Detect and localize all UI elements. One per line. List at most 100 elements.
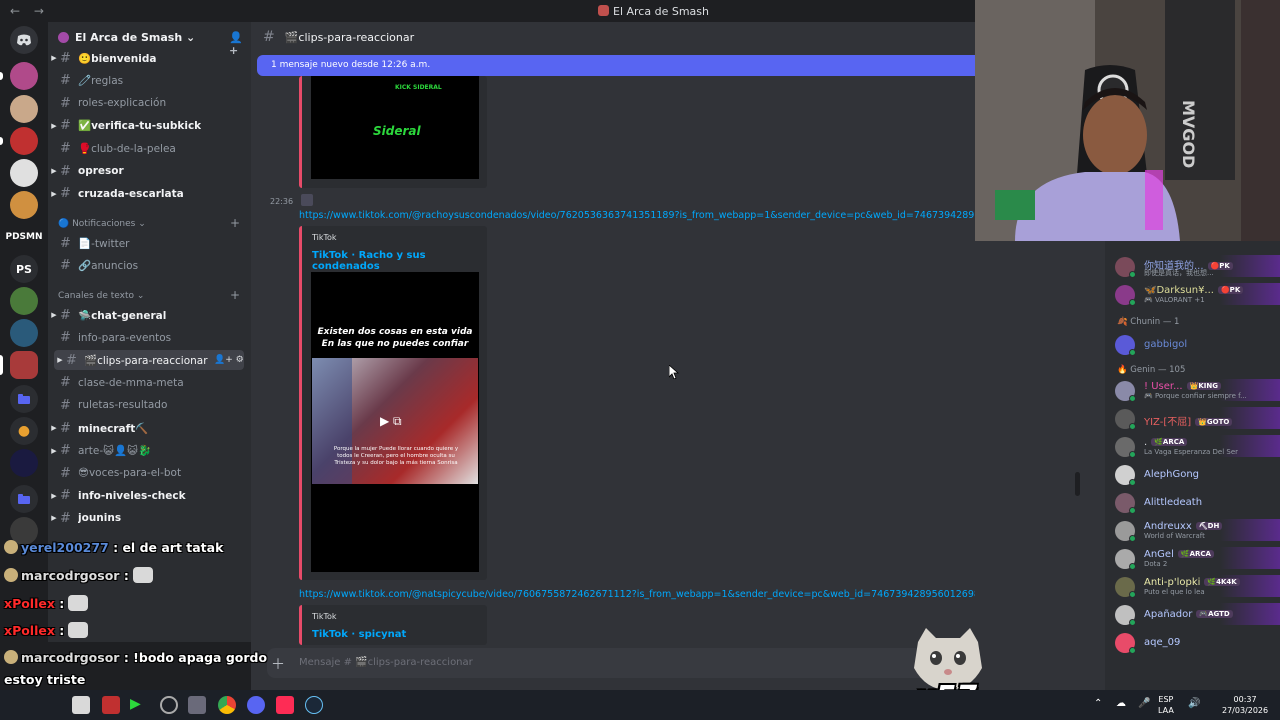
stream-chat-message: : [119,568,129,583]
tray-network-icon[interactable]: ☁ [1116,698,1126,709]
member-item[interactable]: AnGel 🌿ARCA Dota 2 [1113,547,1280,571]
server-icon-5[interactable] [10,191,38,219]
hash-icon: # [60,95,71,111]
new-messages-bar[interactable]: 1 mensaje nuevo desde 12:26 a.m. [257,55,975,76]
channel-item[interactable]: # 🧷reglas [48,71,248,91]
taskbar-app-red[interactable] [102,696,120,714]
taskbar-app-play[interactable]: ▶ [130,696,148,714]
nav-arrows: ← → [10,4,54,18]
member-item[interactable]: Andreuxx ⛏DH World of Warcraft [1113,519,1280,543]
channel-item[interactable]: # 🥊club-de-la-pelea [48,138,248,158]
server-icon-ps[interactable]: PS [10,255,38,283]
tiktok-video-1[interactable]: Existen dos cosas en esta vida En las qu… [311,272,479,572]
forward-button[interactable]: → [34,4,44,18]
window-title-text: El Arca de Smash [613,5,709,18]
embed-title[interactable]: TikTok · spicynat [312,629,406,640]
hash-icon: # [60,375,71,391]
channel-item[interactable]: ▶ # jounins [48,508,248,528]
server-icon-smash[interactable] [10,449,38,477]
server-icon-arca[interactable] [10,351,38,379]
member-name: aqe_09 [1144,637,1181,648]
back-button[interactable]: ← [10,4,20,18]
channel-item[interactable]: # info-para-eventos [48,328,248,348]
tray-mic-icon[interactable]: 🎤 [1138,698,1150,709]
channel-item[interactable]: # roles-explicación [48,93,248,113]
category-notificaciones[interactable]: 🔵 Notificaciones ⌄ [58,219,146,229]
channel-label: info-niveles-check [78,489,186,502]
online-status-icon [1129,619,1136,626]
channel-item[interactable]: ▶ # cruzada-escarlata [48,184,248,204]
tiktok-link-2[interactable]: https://www.tiktok.com/@natspicycube/vid… [299,589,975,600]
channel-settings-icon[interactable]: 👤+ ⚙ [214,355,244,365]
member-status: 🎮 Porque confiar siempre f... [1144,392,1247,400]
tray-volume-icon[interactable]: 🔊 [1188,698,1200,709]
channel-label: arte-😺👤😺🐉 [78,445,152,458]
online-status-icon [1129,563,1136,570]
member-item[interactable]: YIZ-[不屈] 👑GOTO [1113,407,1280,431]
add-channel-icon[interactable]: + [230,288,240,302]
taskbar-app-cat[interactable] [72,696,90,714]
channel-item[interactable]: # ruletas-resultado [48,395,248,415]
server-icon-7[interactable] [10,319,38,347]
channel-item[interactable]: # clase-de-mma-meta [48,373,248,393]
channel-item[interactable]: # 😎voces-para-el-bot [48,463,248,483]
member-item[interactable]: Apañador 🎮AGTD [1113,603,1280,627]
hash-icon: # [60,330,71,346]
chrome-icon[interactable] [218,696,236,714]
hash-icon: # [60,420,71,436]
language-indicator[interactable]: ESP LAA [1158,694,1174,716]
window-title: El Arca de Smash [598,5,709,18]
server-icon-8[interactable]: ● [10,417,38,445]
attach-plus-icon[interactable]: ＋ [271,654,285,674]
member-item[interactable]: . 🌿ARCA La Vaga Esperanza Del Ser [1113,435,1280,459]
folder-icon-2[interactable] [10,485,38,513]
category-canales-de-texto[interactable]: Canales de texto ⌄ [58,291,144,301]
channel-item[interactable]: ▶ # opresor [48,161,248,181]
add-channel-icon[interactable]: + [230,216,240,230]
server-icon-2[interactable] [10,95,38,123]
taskbar-app-obs[interactable] [160,696,178,714]
server-icon-1[interactable] [10,62,38,90]
play-icon[interactable]: ▶ ⧉ [380,414,402,429]
clock[interactable]: 00:37 27/03/2026 [1222,694,1268,716]
channel-item[interactable]: ▶ # minecraft⛏️ [48,418,248,438]
channel-item[interactable]: ▶ # 🛸chat-general [48,305,248,325]
steam-taskbar-icon[interactable] [305,696,323,714]
member-item[interactable]: aqe_09 [1113,631,1280,655]
channel-item[interactable]: # 🔗anuncios [48,256,248,276]
channel-item[interactable]: ▶ # ✅verifica-tu-subkick [48,116,248,136]
hash-icon: # [60,163,71,179]
member-item[interactable]: gabbigol [1113,333,1280,357]
server-icon-6[interactable] [10,287,38,315]
member-item[interactable]: 你知道我的... 🔴PK 即使是真话，我也想... [1113,255,1280,279]
member-item[interactable]: AlephGong [1113,463,1280,487]
channel-item[interactable]: ▶ # 🎬clips-para-reaccionar 👤+ ⚙ [54,350,244,371]
tiktok-link-1[interactable]: https://www.tiktok.com/@rachoysuscondena… [299,210,975,221]
member-item[interactable]: ! User... 👑KING 🎮 Porque confiar siempre f… [1113,379,1280,403]
server-icon-pdsmn[interactable]: PDSMN [5,223,42,251]
tray-chevron-icon[interactable]: ⌃ [1094,698,1102,709]
member-item[interactable]: Anti-p'lopki 🌿4K4K Puto el que lo lea [1113,575,1280,599]
emote-icon [68,595,89,611]
taskbar-app-explorer[interactable] [188,696,206,714]
scrollbar[interactable] [1075,472,1080,496]
mouse-cursor-icon [669,365,679,379]
stream-chat-user: xPollex [4,623,55,638]
channel-item[interactable]: ▶ # 🙂bienvenida [48,48,248,68]
discord-home-icon[interactable] [10,26,38,54]
guild-name: El Arca de Smash ⌄ [75,30,196,44]
channel-label: opresor [78,165,124,177]
member-item[interactable]: Alittledeath [1113,491,1280,515]
tiktok-taskbar-icon[interactable] [276,696,294,714]
server-icon-3[interactable] [10,127,38,155]
discord-taskbar-icon[interactable] [247,696,265,714]
member-item[interactable]: 🦋Darksun¥... 🔴PK 🎮 VALORANT +1 [1113,283,1280,307]
folder-icon[interactable] [10,385,38,413]
video-thumbnail[interactable]: KICK SIDERAL Sideral [311,76,479,179]
channel-item[interactable]: ▶ # info-niveles-check [48,486,248,506]
channel-item[interactable]: # 📄-twitter [48,233,248,253]
hash-icon: # [60,465,71,481]
channel-item[interactable]: ▶ # arte-😺👤😺🐉 [48,441,248,461]
server-icon-4[interactable] [10,159,38,187]
embed-title[interactable]: TikTok · Racho y sus condenados [312,250,487,272]
